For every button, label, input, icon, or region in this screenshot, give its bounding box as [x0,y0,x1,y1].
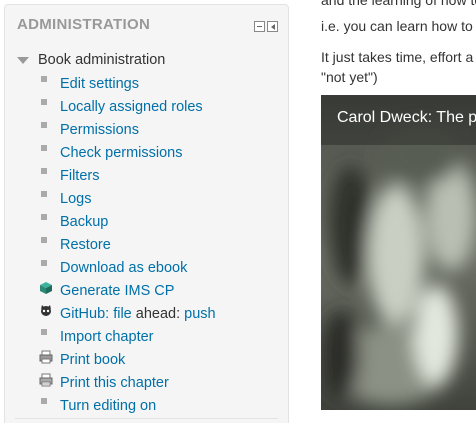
list-item: Check permissions [17,141,278,164]
github-octocat-icon [41,305,51,316]
list-item: Turn editing on [17,394,278,417]
tree-root-label: Book administration [38,52,166,68]
block-controls [254,21,278,32]
expand-arrow-icon[interactable] [17,57,29,64]
ims-cp-icon [40,282,52,294]
bullet-icon [41,329,47,335]
bullet-icon [41,237,47,243]
paragraph-2: It just takes time, effort a "not yet") [321,47,473,87]
bullet-icon [41,76,47,82]
turn-editing-on-link[interactable]: Turn editing on [60,398,156,414]
import-chapter-link[interactable]: Import chapter [60,329,154,345]
hide-block-icon[interactable] [254,21,265,32]
list-item: Edit settings [17,72,278,95]
generate-ims-cp-link[interactable]: Generate IMS CP [60,283,174,299]
bullet-icon [41,260,47,266]
list-item: GitHub: file ahead: push [17,302,278,325]
bullet-icon [41,191,47,197]
list-item: Generate IMS CP [17,279,278,302]
edit-settings-link[interactable]: Edit settings [60,76,139,92]
filters-link[interactable]: Filters [60,168,99,184]
bullet-icon [41,168,47,174]
list-item: Import chapter [17,325,278,348]
dock-block-icon[interactable] [267,21,278,32]
administration-block: ADMINISTRATION Book administration Edit … [4,4,289,423]
bullet-icon [41,398,47,404]
list-item: Backup [17,210,278,233]
backup-link[interactable]: Backup [60,214,108,230]
github-push-link[interactable]: push [184,306,215,322]
video-thumbnail [321,95,476,410]
cut-off-text: and the learning of how to [321,0,476,8]
print-book-link[interactable]: Print book [60,352,125,368]
bullet-icon [41,145,47,151]
video-title: Carol Dweck: The p [337,109,476,126]
github-link[interactable]: GitHub: [60,306,109,322]
list-item: Print this chapter [17,371,278,394]
print-this-chapter-link[interactable]: Print this chapter [60,375,169,391]
list-item: Permissions [17,118,278,141]
paragraph-2-line-1: It just takes time, effort a [321,49,474,65]
list-item: Logs [17,187,278,210]
paragraph-2-line-2: "not yet") [321,69,378,85]
locally-assigned-roles-link[interactable]: Locally assigned roles [60,99,203,115]
permissions-link[interactable]: Permissions [60,122,139,138]
restore-link[interactable]: Restore [60,237,111,253]
print-chapter-icon [39,373,53,387]
github-ahead-text: ahead: [135,305,181,322]
paragraph-1: i.e. you can learn how to [321,18,473,34]
bullet-icon [41,99,47,105]
list-item: Print book [17,348,278,371]
bullet-icon [41,122,47,128]
block-header: ADMINISTRATION [17,16,278,38]
check-permissions-link[interactable]: Check permissions [60,145,183,161]
list-item: Restore [17,233,278,256]
admin-tree: Book administration Edit settings Locall… [17,49,278,417]
bullet-icon [41,214,47,220]
video-player[interactable]: Carol Dweck: The p [321,95,476,410]
list-item: Download as ebook [17,256,278,279]
list-item: Locally assigned roles [17,95,278,118]
download-as-ebook-link[interactable]: Download as ebook [60,260,187,276]
print-book-icon [39,350,53,364]
tree-root-book-administration[interactable]: Book administration [17,49,278,71]
block-title: ADMINISTRATION [17,16,151,33]
logs-link[interactable]: Logs [60,191,91,207]
block-divider [15,418,278,419]
admin-items-list: Edit settings Locally assigned roles Per… [17,72,278,417]
list-item: Filters [17,164,278,187]
github-file-link[interactable]: file [113,306,132,322]
